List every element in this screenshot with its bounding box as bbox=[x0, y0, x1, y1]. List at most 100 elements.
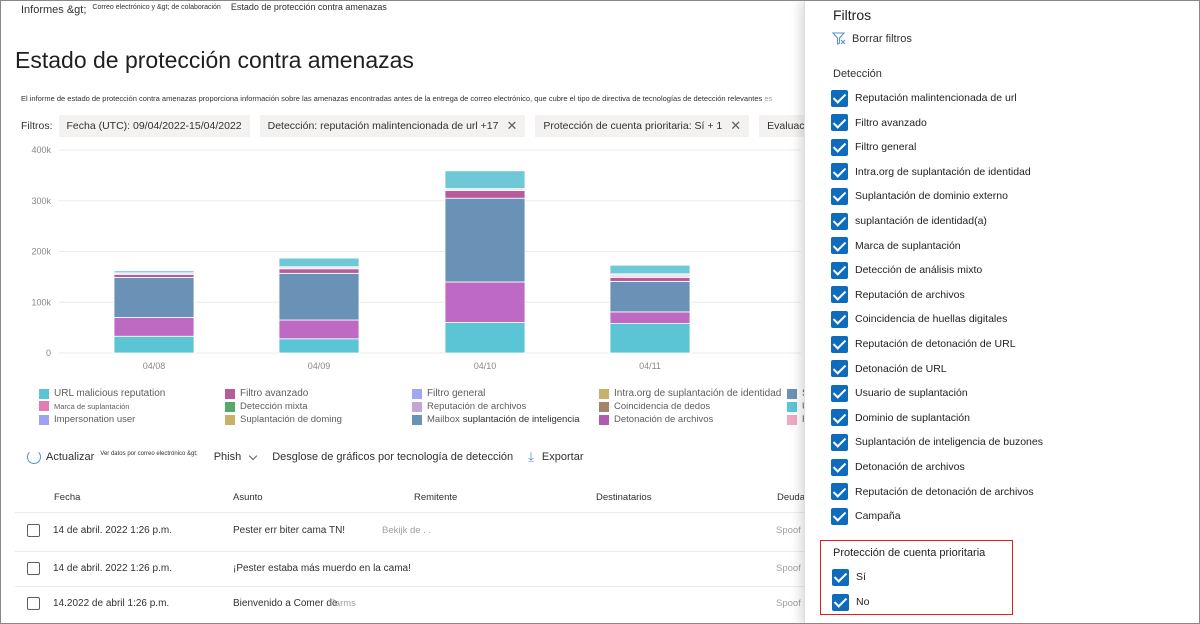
checkbox-priority-no[interactable]: No bbox=[832, 593, 869, 611]
chevron-down-icon[interactable] bbox=[248, 451, 258, 460]
bar-segment[interactable] bbox=[444, 170, 526, 189]
checkbox-checked-icon[interactable] bbox=[831, 483, 848, 501]
breadcrumb-reports[interactable]: Informes &gt; bbox=[21, 4, 86, 16]
refresh-button[interactable]: Actualizar bbox=[46, 451, 94, 463]
download-icon[interactable]: ⤓ bbox=[528, 449, 534, 465]
row-checkbox[interactable] bbox=[27, 562, 40, 575]
detection-checkbox-item[interactable]: Marca de suplantación bbox=[831, 237, 961, 255]
checkbox-checked-icon[interactable] bbox=[831, 310, 848, 328]
filter-chip-priority[interactable]: Protección de cuenta prioritaria: Sí + 1… bbox=[535, 115, 750, 137]
checkbox-checked-icon[interactable] bbox=[831, 360, 848, 378]
checkbox-checked-icon[interactable] bbox=[831, 286, 848, 304]
close-icon[interactable]: ✕ bbox=[730, 118, 741, 134]
col-header-subject[interactable]: Asunto bbox=[233, 492, 263, 503]
checkbox-checked-icon[interactable] bbox=[831, 409, 848, 427]
detection-checkbox-item[interactable]: Dominio de suplantación bbox=[831, 409, 970, 427]
refresh-icon[interactable] bbox=[27, 450, 41, 464]
legend-item[interactable]: Filtro avanzado bbox=[225, 388, 308, 399]
export-button[interactable]: Exportar bbox=[542, 451, 584, 463]
legend-item[interactable]: URL malicious reputation bbox=[39, 388, 165, 399]
phish-dropdown[interactable]: Phish bbox=[214, 451, 242, 463]
bar-segment[interactable] bbox=[444, 322, 526, 354]
filter-chip-date[interactable]: Fecha (UTC): 09/04/2022-15/04/2022 bbox=[58, 115, 250, 137]
detection-checkbox-item[interactable]: Reputación de archivos bbox=[831, 286, 965, 304]
detection-checkbox-item[interactable]: Suplantación de inteligencia de buzones bbox=[831, 433, 1043, 451]
bar-segment[interactable] bbox=[444, 190, 526, 199]
breakdown-dropdown[interactable]: Desglose de gráficos por tecnología de d… bbox=[272, 451, 513, 463]
checkbox-checked-icon[interactable] bbox=[831, 138, 848, 156]
table-row[interactable]: 14 de abril. 2022 1:26 p.m. ¡Pester esta… bbox=[15, 552, 803, 586]
detection-checkbox-item[interactable]: Coincidencia de huellas digitales bbox=[831, 310, 1007, 328]
legend-item[interactable]: Reputación de archivos bbox=[412, 401, 526, 412]
bar-segment[interactable] bbox=[609, 281, 691, 313]
checkbox-checked-icon[interactable] bbox=[831, 163, 848, 181]
detection-checkbox-item[interactable]: Reputación de detonación de URL bbox=[831, 335, 1016, 353]
legend-item[interactable]: Mailbox suplantación de inteligencia bbox=[412, 414, 579, 425]
bar-segment[interactable] bbox=[609, 264, 691, 275]
checkbox-checked-icon[interactable] bbox=[831, 187, 848, 205]
legend-item[interactable]: Suplantación de doming bbox=[225, 414, 342, 425]
checkbox-checked-icon[interactable] bbox=[832, 568, 849, 586]
detection-checkbox-item[interactable]: Reputación malintencionada de url bbox=[831, 89, 1017, 107]
clear-filters-button[interactable]: Borrar filtros bbox=[832, 32, 912, 45]
detection-checkbox-item[interactable]: Detección de análisis mixto bbox=[831, 261, 982, 279]
checkbox-priority-yes[interactable]: Sí bbox=[832, 568, 866, 586]
bar-segment[interactable] bbox=[609, 311, 691, 324]
close-icon[interactable]: ✕ bbox=[506, 118, 517, 134]
checkbox-checked-icon[interactable] bbox=[831, 458, 848, 476]
table-row[interactable]: 14 de abril. 2022 1:26 p.m. Pester err b… bbox=[15, 514, 803, 548]
bar-segment[interactable] bbox=[609, 323, 691, 354]
bar-segment[interactable] bbox=[278, 268, 360, 274]
checkbox-checked-icon[interactable] bbox=[831, 237, 848, 255]
detection-checkbox-item[interactable]: Usuario de suplantación bbox=[831, 384, 968, 402]
view-data-dropdown[interactable]: Ver datos por correo electrónico &gt; bbox=[100, 451, 197, 457]
detection-checkbox-item[interactable]: Filtro avanzado bbox=[831, 114, 927, 132]
detection-checkbox-item[interactable]: Filtro general bbox=[831, 138, 916, 156]
bar-segment[interactable] bbox=[278, 319, 360, 340]
detection-checkbox-item[interactable]: Suplantación de dominio externo bbox=[831, 187, 1008, 205]
col-header-date[interactable]: Fecha bbox=[54, 492, 80, 503]
detection-checkbox-item[interactable]: Reputación de detonación de archivos bbox=[831, 483, 1034, 501]
checkbox-checked-icon[interactable] bbox=[831, 261, 848, 279]
bar-segment[interactable] bbox=[278, 257, 360, 268]
detection-checkbox-item[interactable]: suplantación de identidad(a) bbox=[831, 212, 987, 230]
bar-segment[interactable] bbox=[113, 270, 195, 274]
legend-item[interactable]: Detección mixta bbox=[225, 401, 308, 412]
legend-item[interactable]: Impersonation user bbox=[39, 414, 135, 425]
checkbox-checked-icon[interactable] bbox=[831, 89, 848, 107]
col-header-recipients[interactable]: Destinatarios bbox=[596, 492, 651, 503]
breadcrumb-email-collab[interactable]: Correo electrónico y &gt; de colaboració… bbox=[92, 4, 220, 11]
checkbox-checked-icon[interactable] bbox=[831, 384, 848, 402]
detection-checkbox-item[interactable]: Campaña bbox=[831, 507, 901, 525]
detection-checkbox-item[interactable]: Intra.org de suplantación de identidad bbox=[831, 163, 1031, 181]
bar-segment[interactable] bbox=[278, 338, 360, 354]
table-row[interactable]: 14.2022 de abril 1:26 p.m. Bienvenido a … bbox=[15, 587, 803, 621]
bar-segment[interactable] bbox=[278, 272, 360, 321]
bar-segment[interactable] bbox=[113, 317, 195, 337]
detection-checkbox-item[interactable]: Detonación de archivos bbox=[831, 458, 965, 476]
checkbox-checked-icon[interactable] bbox=[831, 114, 848, 132]
bar-segment[interactable] bbox=[609, 273, 691, 278]
detection-checkbox-item[interactable]: Detonación de URL bbox=[831, 360, 947, 378]
bar-segment[interactable] bbox=[113, 276, 195, 318]
row-checkbox[interactable] bbox=[27, 597, 40, 610]
col-header-sender[interactable]: Remitente bbox=[414, 492, 457, 503]
legend-item[interactable]: Marca de suplantación bbox=[39, 401, 129, 411]
checkbox-checked-icon[interactable] bbox=[831, 507, 848, 525]
checkbox-checked-icon[interactable] bbox=[831, 433, 848, 451]
bar-segment[interactable] bbox=[113, 273, 195, 278]
bar-segment[interactable] bbox=[113, 335, 195, 354]
filter-chip-detection[interactable]: Detección: reputación malintencionada de… bbox=[259, 115, 526, 137]
legend-item[interactable]: Coincidencia de dedos bbox=[599, 401, 710, 412]
legend-item[interactable]: Filtro general bbox=[412, 388, 485, 399]
row-checkbox[interactable] bbox=[27, 524, 40, 537]
bar-segment[interactable] bbox=[609, 276, 691, 282]
checkbox-checked-icon[interactable] bbox=[832, 593, 849, 611]
bar-segment[interactable] bbox=[444, 197, 526, 283]
checkbox-checked-icon[interactable] bbox=[831, 335, 848, 353]
bar-segment[interactable] bbox=[444, 281, 526, 323]
checkbox-checked-icon[interactable] bbox=[831, 212, 848, 230]
legend-item[interactable]: Detonación de archivos bbox=[599, 414, 713, 425]
legend-item[interactable]: Intra.org de suplantación de identidad bbox=[599, 388, 781, 399]
col-header-threat[interactable]: Deuda bbox=[777, 492, 805, 503]
